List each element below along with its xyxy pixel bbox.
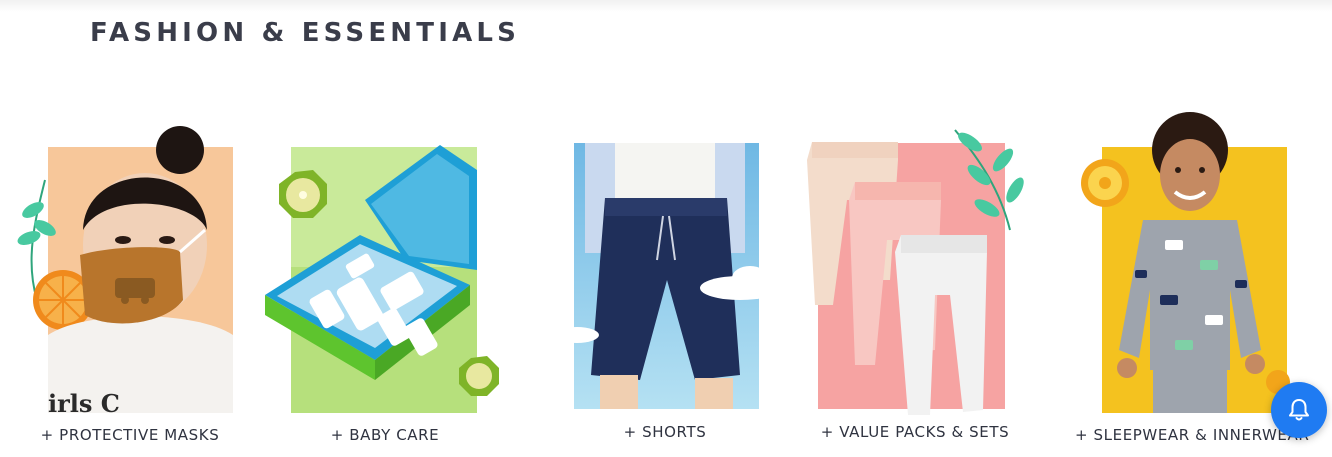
category-card-shorts[interactable]: + SHORTS [545, 120, 785, 450]
category-label[interactable]: + BABY CARE [265, 426, 505, 444]
shorts-image [555, 143, 780, 409]
leggings-pack-image [807, 129, 1024, 415]
baby-care-kit-image [265, 145, 499, 413]
category-label[interactable]: + PROTECTIVE MASKS [15, 426, 245, 444]
category-label[interactable]: + SHORTS [545, 423, 785, 441]
hoodie-print-text: irls C [48, 389, 120, 418]
notification-button[interactable] [1271, 382, 1327, 438]
bell-icon [1289, 399, 1309, 421]
category-card-baby-care[interactable]: + BABY CARE [265, 120, 505, 450]
top-shadow [0, 0, 1332, 12]
mask-girl-image: irls C [17, 126, 233, 418]
category-card-protective-masks[interactable]: irls C + PROTECTIVE MASKS [15, 120, 245, 450]
section-title: FASHION & ESSENTIALS [90, 18, 521, 48]
category-label[interactable]: + VALUE PACKS & SETS [795, 423, 1035, 441]
pajama-boy-image [1081, 112, 1290, 413]
category-card-value-packs[interactable]: + VALUE PACKS & SETS [795, 120, 1035, 450]
